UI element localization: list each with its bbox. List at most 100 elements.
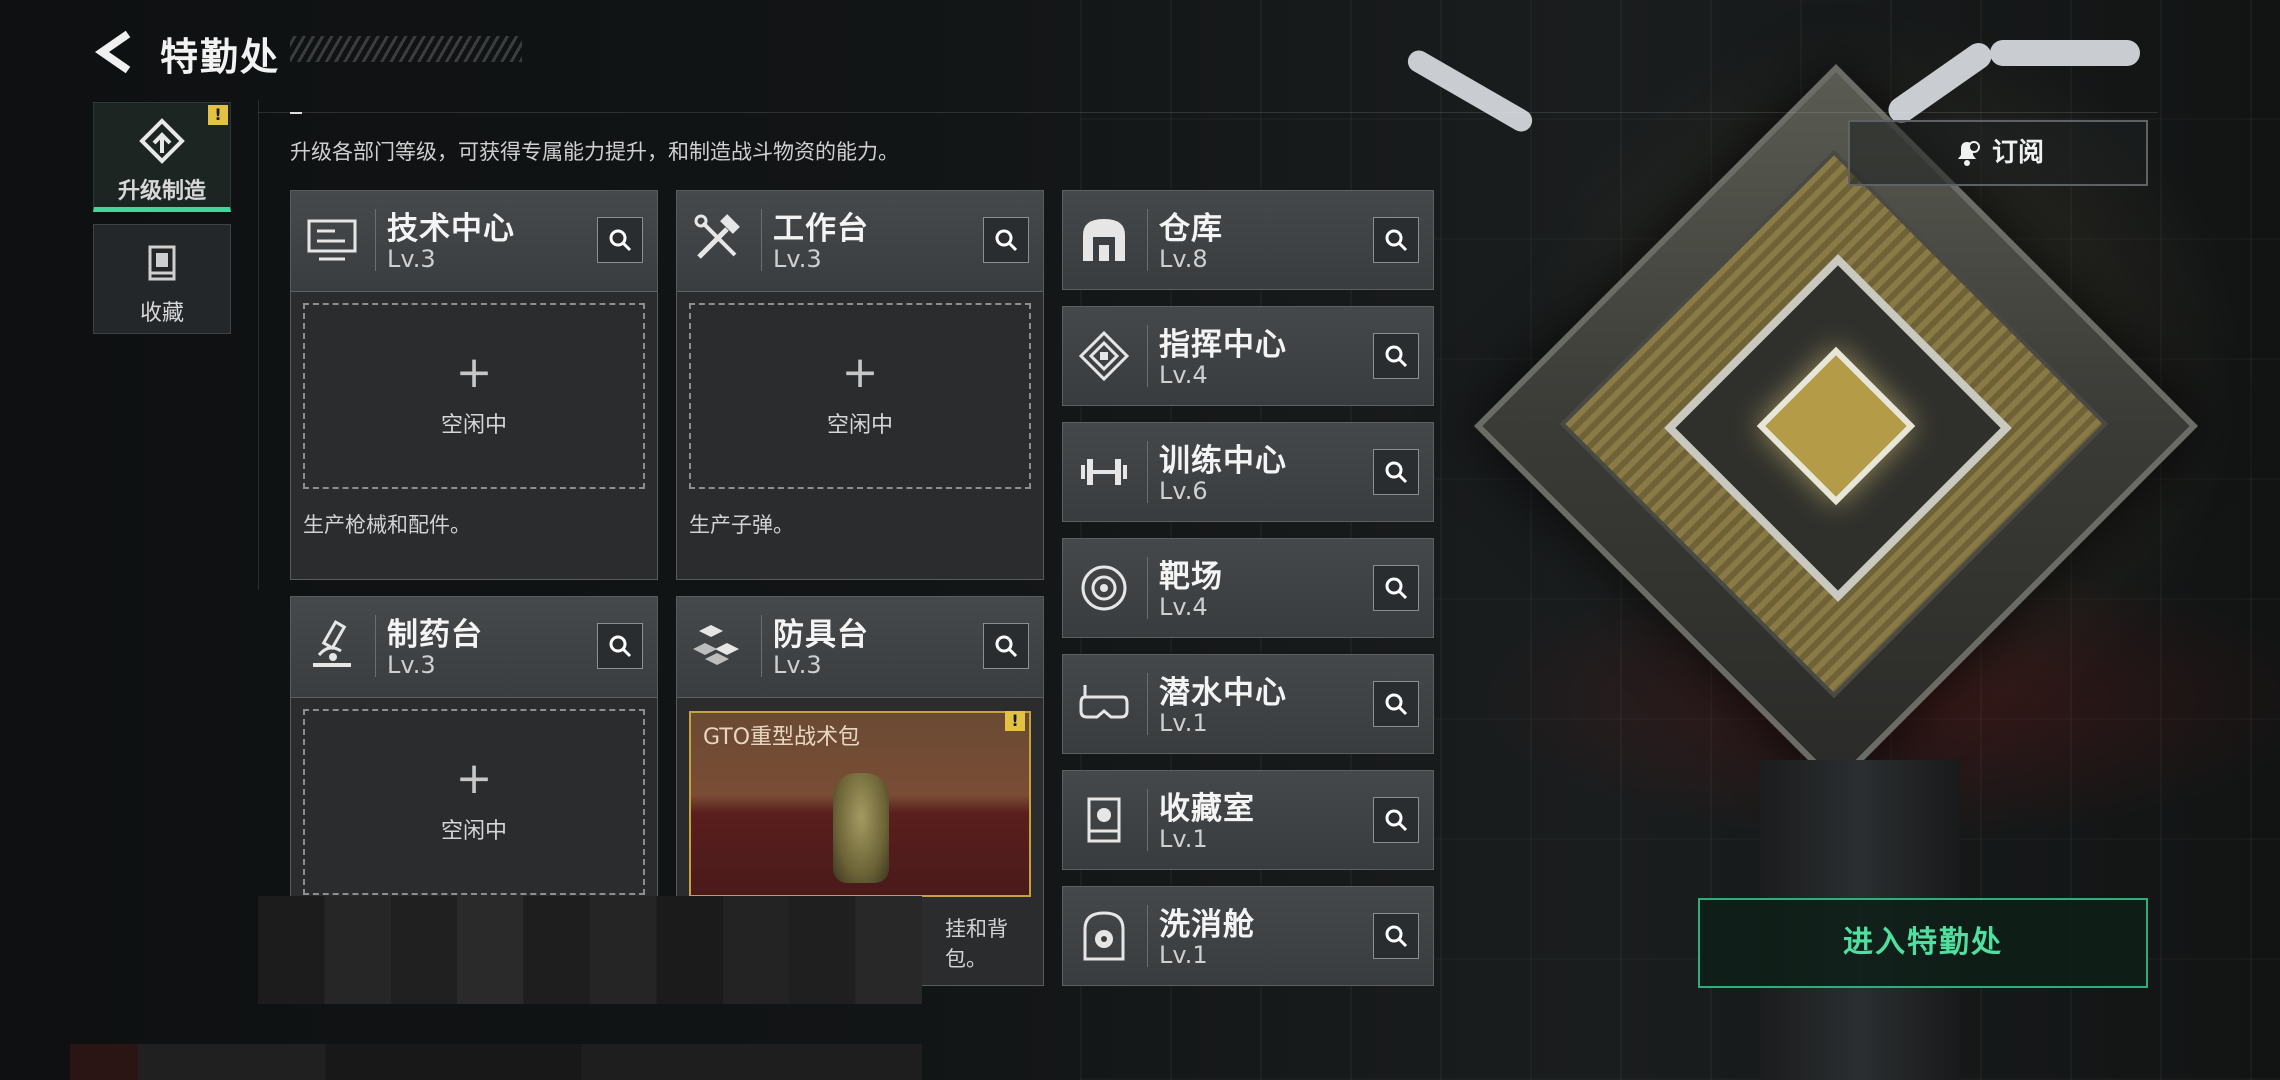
production-slot[interactable]: + 空闲中 — [303, 709, 645, 895]
page-title: 特勤处 — [160, 35, 281, 79]
enter-hq-button[interactable]: 进入特勤处 — [1698, 898, 2148, 988]
separator — [375, 209, 376, 271]
inspect-button[interactable] — [983, 217, 1029, 263]
search-icon — [1385, 809, 1408, 832]
facility-name: 收藏室 — [1159, 791, 1255, 827]
facility-row-shooting-range: 靶场 Lv.4 — [1062, 538, 1434, 638]
production-slot[interactable]: + 空闲中 — [303, 303, 645, 489]
divider-mark — [290, 112, 302, 114]
facility-name: 训练中心 — [1159, 443, 1287, 479]
facility-level: Lv.4 — [1159, 361, 1208, 389]
target-icon — [1081, 565, 1127, 611]
bell-icon — [1957, 140, 1980, 166]
facility-name: 潜水中心 — [1159, 675, 1287, 711]
collection-icon — [148, 245, 176, 281]
monitor-icon — [307, 219, 357, 261]
search-icon — [995, 229, 1018, 252]
inspect-button[interactable] — [1373, 681, 1419, 727]
inspect-button[interactable] — [983, 623, 1029, 669]
card-header: 工作台 Lv.3 — [677, 191, 1043, 292]
facility-description: 生产枪械和配件。 — [303, 513, 471, 537]
facility-level: Lv.3 — [387, 245, 436, 273]
slot-status: 空闲中 — [826, 413, 893, 438]
inspect-button[interactable] — [597, 623, 643, 669]
inspect-button[interactable] — [1373, 449, 1419, 495]
facility-name: 技术中心 — [387, 211, 515, 247]
production-slot[interactable]: + 空闲中 — [689, 303, 1031, 489]
diving-mask-icon — [1079, 685, 1129, 719]
search-icon — [1385, 925, 1408, 948]
inspect-button[interactable] — [1373, 217, 1419, 263]
facility-name: 仓库 — [1159, 211, 1223, 247]
facility-level: Lv.6 — [1159, 477, 1208, 505]
title-decoration — [290, 36, 522, 62]
card-header: 技术中心 Lv.3 — [291, 191, 657, 292]
facility-level: Lv.3 — [387, 651, 436, 679]
facility-description-partial: 挂和背包。 — [945, 917, 1008, 971]
inspect-button[interactable] — [1373, 797, 1419, 843]
back-arrow-icon — [94, 30, 131, 74]
search-icon — [609, 229, 632, 252]
chip-icon — [1078, 330, 1130, 382]
search-icon — [1385, 461, 1408, 484]
robot-arm — [1990, 40, 2140, 66]
slot-status: 空闲中 — [440, 819, 507, 844]
page-description: 升级各部门等级，可获得专属能力提升，和制造战斗物资的能力。 — [290, 140, 899, 164]
facility-name: 指挥中心 — [1159, 327, 1287, 363]
facility-name: 制药台 — [387, 617, 483, 653]
divider — [258, 100, 259, 590]
production-item-slot[interactable]: ! GTO重型战术包 — [689, 711, 1031, 897]
facility-row-diving-center: 潜水中心 Lv.1 — [1062, 654, 1434, 754]
add-icon: + — [841, 347, 879, 398]
display-case-icon — [1087, 797, 1121, 843]
separator — [761, 615, 762, 677]
separator — [1147, 209, 1148, 271]
divider — [258, 112, 2158, 113]
search-icon — [1385, 345, 1408, 368]
tools-icon — [694, 214, 740, 259]
separator — [375, 615, 376, 677]
separator — [1147, 789, 1148, 851]
search-icon — [1385, 693, 1408, 716]
facility-name: 靶场 — [1159, 559, 1223, 595]
separator — [1147, 441, 1148, 503]
subscribe-button[interactable]: 订阅 — [1848, 120, 2148, 186]
facility-description: 生产子弹。 — [689, 513, 794, 537]
inspect-button[interactable] — [597, 217, 643, 263]
inspect-button[interactable] — [1373, 565, 1419, 611]
inspect-button[interactable] — [1373, 913, 1419, 959]
facility-name: 防具台 — [773, 617, 869, 653]
facility-level: Lv.3 — [773, 245, 822, 273]
add-icon: + — [455, 753, 493, 804]
separator — [1147, 673, 1148, 735]
back-button[interactable] — [94, 30, 138, 74]
search-icon — [609, 635, 632, 658]
facility-name: 工作台 — [773, 211, 869, 247]
inspect-button[interactable] — [1373, 333, 1419, 379]
facility-card-workbench: 工作台 Lv.3 + 空闲中 生产子弹。 — [676, 190, 1044, 580]
facility-level: Lv.4 — [1159, 593, 1208, 621]
facility-level: Lv.1 — [1159, 709, 1208, 737]
facility-row-decon-chamber: 洗消舱 Lv.1 — [1062, 886, 1434, 986]
facility-row-collection-room: 收藏室 Lv.1 — [1062, 770, 1434, 870]
dumbbell-icon — [1081, 459, 1127, 485]
facility-level: Lv.3 — [773, 651, 822, 679]
add-icon: + — [455, 347, 493, 398]
separator — [1147, 905, 1148, 967]
facility-row-training-center: 训练中心 Lv.6 — [1062, 422, 1434, 522]
search-icon — [1385, 229, 1408, 252]
search-icon — [995, 635, 1018, 658]
separator — [1147, 325, 1148, 387]
subscribe-label: 订阅 — [1991, 138, 2044, 168]
facility-name: 洗消舱 — [1159, 907, 1255, 943]
tab-collection[interactable]: 收藏 — [93, 224, 231, 334]
tab-upgrade-craft[interactable]: ! 升级制造 — [93, 102, 231, 212]
facility-card-tech-center: 技术中心 Lv.3 + 空闲中 生产枪械和配件。 — [290, 190, 658, 580]
card-header: 防具台 Lv.3 — [677, 597, 1043, 698]
decon-icon — [1083, 911, 1125, 961]
facility-row-command-center: 指挥中心 Lv.4 — [1062, 306, 1434, 406]
obscured-region — [258, 896, 922, 1004]
facility-row-warehouse: 仓库 Lv.8 — [1062, 190, 1434, 290]
separator — [761, 209, 762, 271]
warning-badge: ! — [1005, 711, 1025, 731]
